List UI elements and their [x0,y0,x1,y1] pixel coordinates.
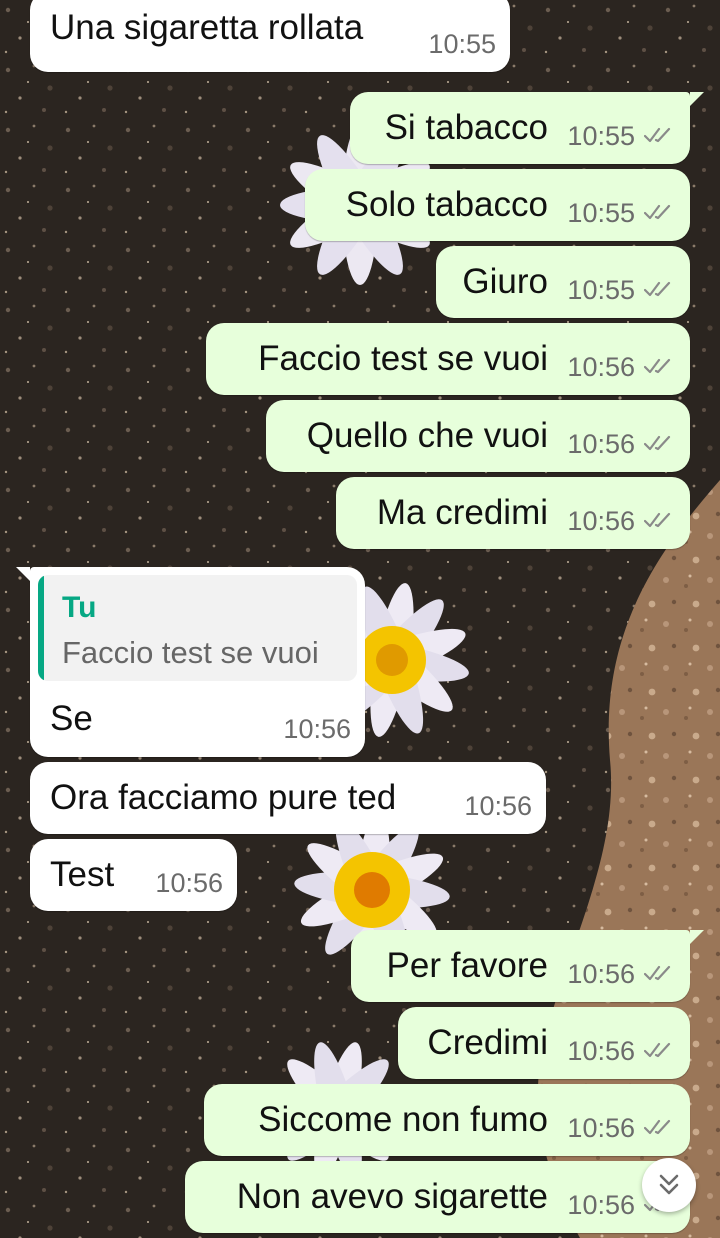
message-text: Ma credimi [376,493,548,532]
read-receipt-icon [644,512,671,528]
message-text: Si tabacco [384,108,548,147]
message-text: Giuro [462,262,548,301]
message-text: Una sigaretta rollata [50,8,364,47]
message-incoming-reply[interactable]: Tu Faccio test se vuoi Se 10:56 [16,567,365,757]
message-outgoing[interactable]: Per favore 10:56 [351,930,704,1002]
message-text: Ora facciamo pure ted [50,778,397,817]
message-outgoing[interactable]: Credimi 10:56 [398,1007,690,1079]
message-outgoing[interactable]: Giuro 10:55 [436,246,690,318]
message-text: Siccome non fumo [258,1100,548,1139]
message-text: Per favore [386,946,548,985]
scroll-to-bottom-button[interactable] [642,1158,696,1212]
message-outgoing[interactable]: Solo tabacco 10:55 [305,169,690,241]
read-receipt-icon [644,435,671,451]
message-time: 10:56 [567,1036,635,1066]
message-text: Test [50,855,115,894]
read-receipt-icon [644,127,671,143]
message-text: Faccio test se vuoi [258,339,548,378]
message-time: 10:55 [567,275,635,305]
double-chevron-down-icon [659,1174,679,1195]
message-outgoing[interactable]: Quello che vuoi 10:56 [266,400,690,472]
read-receipt-icon [644,1042,671,1058]
message-time: 10:55 [567,121,635,151]
message-incoming[interactable]: Una sigaretta rollata 10:55 [30,0,510,72]
message-outgoing[interactable]: Si tabacco 10:55 [350,92,704,164]
message-incoming[interactable]: Ora facciamo pure ted 10:56 [30,762,546,834]
read-receipt-icon [644,358,671,374]
message-time: 10:56 [567,1113,635,1143]
message-text: Non avevo sigarette [236,1177,548,1216]
message-time: 10:56 [155,868,223,898]
quoted-message[interactable]: Tu Faccio test se vuoi [38,575,357,681]
quote-accent-bar [38,575,44,681]
message-outgoing[interactable]: Non avevo sigarette 10:56 [185,1161,690,1233]
message-time: 10:56 [567,429,635,459]
message-text: Credimi [427,1023,548,1062]
message-time: 10:56 [464,791,532,821]
message-incoming[interactable]: Test 10:56 [30,839,237,911]
message-text: Se [50,699,93,738]
message-time: 10:56 [567,1190,635,1220]
message-time: 10:56 [567,506,635,536]
message-time: 10:55 [567,198,635,228]
message-text: Solo tabacco [345,185,548,224]
quote-text: Faccio test se vuoi [62,635,319,670]
message-time: 10:55 [428,29,496,59]
message-outgoing[interactable]: Faccio test se vuoi 10:56 [206,323,690,395]
message-time: 10:56 [283,714,351,744]
message-time: 10:56 [567,352,635,382]
read-receipt-icon [644,204,671,220]
read-receipt-icon [644,281,671,297]
message-outgoing[interactable]: Siccome non fumo 10:56 [204,1084,690,1156]
message-time: 10:56 [567,959,635,989]
read-receipt-icon [644,965,671,981]
read-receipt-icon [644,1119,671,1135]
message-outgoing[interactable]: Ma credimi 10:56 [336,477,690,549]
message-text: Quello che vuoi [306,416,548,455]
quote-author: Tu [62,591,97,624]
